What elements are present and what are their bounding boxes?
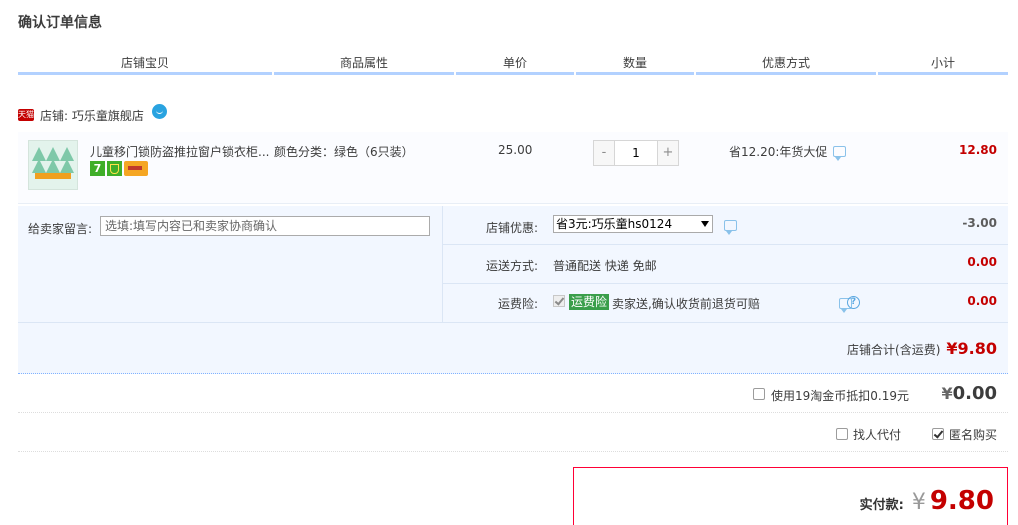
insurance-tag: 运费险	[569, 294, 610, 310]
payment-summary: 实付款: ¥ 9.80	[573, 467, 1008, 525]
shipping-method: 普通配送 快递 免邮	[553, 259, 657, 273]
column-price: 单价	[456, 55, 574, 75]
insurance-text: 卖家送,确认收货前退货可赔	[612, 297, 760, 311]
column-shop-item: 店铺宝贝	[18, 55, 272, 75]
seven-day-return-icon[interactable]: 7	[90, 161, 105, 176]
item-discount: 省12.20:年货大促	[729, 143, 847, 161]
shop-total-amount: ¥9.80	[946, 339, 997, 358]
insurance-checkbox[interactable]	[553, 295, 565, 307]
help-icon[interactable]: ?	[847, 296, 860, 309]
item-subtotal: 12.80	[959, 143, 997, 157]
quantity-stepper: - 1 +	[593, 140, 679, 166]
coin-amount-value: 0.00	[952, 383, 997, 404]
order-extras: 给卖家留言: 选填:填写内容已和卖家协商确认 店铺优惠: 省3元:巧乐童hs01…	[18, 206, 1008, 374]
coupon-amount: -3.00	[962, 216, 997, 230]
coupon-selected: 省3元:巧乐童hs0124	[556, 217, 673, 231]
shop-name[interactable]: 店铺: 巧乐童旗舰店	[40, 107, 144, 124]
pay-amount: 9.80	[929, 486, 994, 516]
coin-row: 使用19淘金币抵扣0.19元 ¥0.00	[18, 375, 1008, 413]
tmall-icon: 天猫	[18, 109, 34, 121]
credit-card-icon[interactable]	[124, 161, 148, 176]
item-row: 儿童移门锁防盗推拉窗户锁衣柜... 7 颜色分类：绿色（6只装） 25.00 -…	[18, 132, 1008, 204]
proxy-pay-checkbox[interactable]	[836, 428, 848, 440]
shipping-label: 运送方式:	[485, 259, 538, 273]
coin-checkbox[interactable]	[753, 388, 765, 400]
consumer-guarantee-icon[interactable]	[107, 161, 122, 176]
insurance-amount: 0.00	[967, 294, 997, 308]
discount-text: 省12.20:年货大促	[729, 145, 828, 159]
message-icon[interactable]	[833, 146, 847, 161]
quantity-plus-button[interactable]: +	[657, 140, 679, 166]
shipping-amount: 0.00	[967, 255, 997, 269]
item-price: 25.00	[498, 143, 533, 157]
shop-line: 天猫 店铺: 巧乐童旗舰店	[18, 103, 167, 124]
pay-yen: ¥	[911, 490, 926, 515]
item-title[interactable]: 儿童移门锁防盗推拉窗户锁衣柜...	[90, 143, 270, 160]
memo-label: 给卖家留言:	[28, 222, 93, 236]
pay-label: 实付款:	[859, 498, 904, 513]
wangwang-chat-icon[interactable]	[151, 103, 167, 119]
page-title: 确认订单信息	[18, 15, 102, 31]
item-thumbnail[interactable]	[28, 140, 78, 190]
anonymous-label: 匿名购买	[949, 428, 998, 442]
column-subtotal: 小计	[878, 55, 1008, 75]
column-discount: 优惠方式	[696, 55, 876, 75]
item-attribute: 颜色分类：绿色（6只装）	[274, 145, 414, 159]
coin-yen: ¥	[941, 384, 953, 403]
coupon-select[interactable]: 省3元:巧乐童hs0124	[553, 215, 713, 233]
column-quantity: 数量	[576, 55, 694, 75]
item-service-icons: 7	[90, 161, 148, 176]
memo-input[interactable]: 选填:填写内容已和卖家协商确认	[100, 216, 430, 236]
quantity-minus-button[interactable]: -	[593, 140, 615, 166]
shop-total-label: 店铺合计(含运费)	[847, 343, 941, 357]
anonymous-checkbox[interactable]	[932, 428, 944, 440]
options-row: 找人代付 匿名购买	[18, 414, 1008, 452]
chevron-down-icon	[701, 221, 709, 227]
insurance-label: 运费险:	[497, 297, 538, 311]
shop-total: 店铺合计(含运费) ¥9.80	[847, 339, 997, 358]
column-header: 店铺宝贝 商品属性 单价 数量 优惠方式 小计	[18, 55, 1008, 77]
coin-label: 使用19淘金币抵扣0.19元	[771, 389, 909, 403]
coupon-label: 店铺优惠:	[485, 221, 538, 235]
coin-amount: ¥0.00	[941, 383, 997, 404]
proxy-pay-label: 找人代付	[853, 428, 902, 442]
quantity-input[interactable]: 1	[615, 140, 657, 166]
column-attribute: 商品属性	[274, 55, 454, 75]
coupon-message-icon[interactable]	[724, 220, 737, 235]
